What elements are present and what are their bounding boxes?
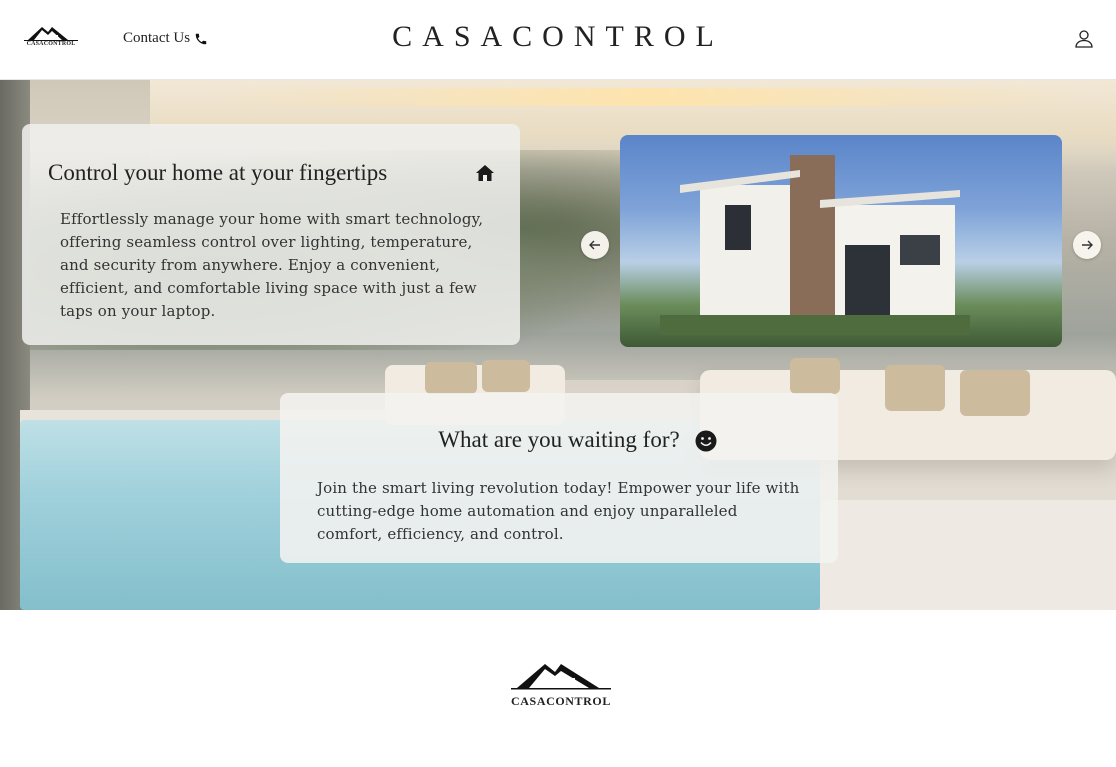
cta-card-body: Join the smart living revolution today! …	[317, 479, 800, 543]
hero-bg-pillow	[482, 360, 530, 392]
cta-card: What are you waiting for? Join the smart…	[280, 393, 838, 563]
site-header: CASACONTROL Contact Us CASACONTROL	[0, 0, 1116, 80]
hero-bg-pillow	[790, 358, 840, 394]
footer-logo-text: CASACONTROL	[511, 694, 611, 708]
image-slider	[620, 135, 1062, 347]
arrow-right-icon	[1082, 240, 1093, 250]
hero-bg-pillow	[425, 362, 477, 394]
smile-icon	[695, 430, 717, 452]
hero-bg-light	[220, 88, 1080, 106]
feature-card-control: Control your home at your fingertips Eff…	[22, 124, 520, 345]
site-footer: CASACONTROL	[0, 610, 1116, 767]
hero-bg-rug	[820, 500, 1116, 610]
hero-bg-pillow	[960, 370, 1030, 416]
slider-image-house	[660, 155, 970, 335]
house-logo-icon	[511, 664, 611, 690]
footer-logo[interactable]: CASACONTROL	[505, 660, 617, 710]
user-icon[interactable]	[1074, 29, 1094, 49]
cta-card-title-text: What are you waiting for?	[438, 427, 680, 452]
home-icon	[476, 165, 494, 181]
slider-next-button[interactable]	[1073, 231, 1101, 259]
arrow-left-icon	[589, 240, 600, 250]
hero-bg-pillow	[885, 365, 945, 411]
card-control-title: Control your home at your fingertips	[48, 160, 388, 185]
slider-prev-button[interactable]	[581, 231, 609, 259]
cta-card-title: What are you waiting for?	[280, 427, 838, 453]
card-control-body: Effortlessly manage your home with smart…	[60, 210, 484, 320]
brand-title: CASACONTROL	[392, 20, 724, 53]
